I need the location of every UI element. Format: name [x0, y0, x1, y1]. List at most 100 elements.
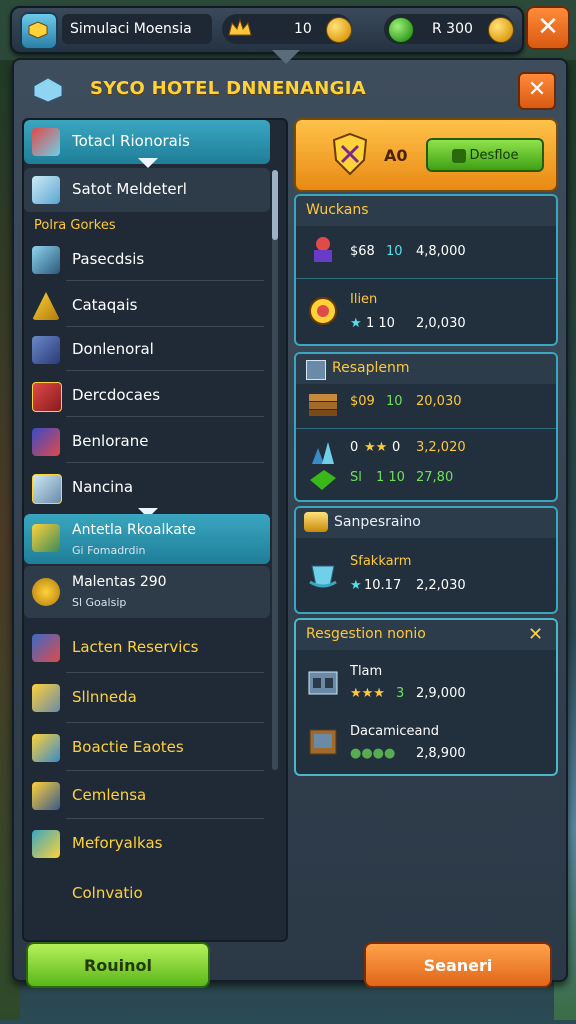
wrench-icon — [32, 782, 60, 810]
card4-entry-value: 2,9,000 — [416, 686, 466, 701]
card2-e2-a: 0 — [350, 440, 359, 455]
list-item-label: Pasecdsis — [72, 250, 145, 268]
card-sanpesraino: Sanpesraino Sfakkarm ★ 10.17 2,2,030 — [294, 506, 558, 614]
card4-entry-name: Tlam — [350, 664, 383, 679]
list-item-sublabel: Gi Fomadrdin — [72, 544, 146, 557]
reward-button[interactable]: Desfloe — [426, 138, 544, 172]
card2-e3-b: 1 10 — [376, 470, 405, 485]
cube-icon — [32, 176, 60, 204]
card-close-icon[interactable]: ✕ — [528, 624, 543, 645]
list-item[interactable]: Nancina — [24, 466, 270, 510]
crown-icon — [228, 18, 252, 36]
shop-icon — [308, 671, 338, 695]
list-item[interactable]: Cataqais — [24, 284, 270, 328]
list-item-label: Boactie Eaotes — [72, 738, 184, 756]
coin-counter: 10 — [222, 14, 352, 44]
list-scroll-thumb[interactable] — [272, 170, 278, 240]
medal-icon — [32, 578, 60, 606]
card1-entry-name: Ilien — [350, 292, 378, 307]
list-item-selected-2[interactable]: Antetla Rkoalkate Gi Fomadrdin — [24, 514, 270, 564]
books-icon — [32, 128, 60, 156]
card-title: Sanpesraino — [334, 514, 421, 530]
card2-value: 20,030 — [416, 394, 462, 409]
check-icon — [451, 148, 466, 163]
pyramid-icon — [32, 292, 60, 320]
stack-icon — [309, 394, 337, 416]
card2-price: $09 — [350, 394, 375, 409]
list-item-label: Dercdocaes — [72, 386, 161, 404]
card-title: Resgestion nonio — [306, 626, 426, 642]
hammer-icon — [32, 734, 60, 762]
card-wuckans: Wuckans $68 10 4,8,000 Ilien ★ 1 10 2,0,… — [294, 194, 558, 346]
card-resaplenm: Resaplenm $09 10 20,030 0 ★★ 0 3,2,020 S… — [294, 352, 558, 502]
card4-entry2-name: Dacamiceand — [350, 724, 439, 739]
list-item[interactable]: Dercdocaes — [24, 374, 270, 418]
card2-e3-a: Sl — [350, 470, 362, 485]
list-item-label: Lacten Reservics — [72, 638, 199, 656]
game-logo-icon[interactable] — [20, 12, 58, 50]
hud-close-button[interactable]: ✕ — [526, 6, 570, 50]
card-resgestion: Resgestion nonio ✕ Tlam ★★★ 3 2,9,000 Da… — [294, 618, 558, 776]
list-item[interactable]: Lacten Reservics — [24, 626, 270, 670]
card-title: Resaplenm — [332, 360, 410, 376]
shield-icon — [332, 132, 368, 176]
hotel-icon — [33, 77, 63, 103]
list-item-label: Nancina — [72, 478, 134, 496]
cancel-button[interactable]: Seaneri — [364, 942, 552, 988]
card2-level: 10 — [386, 394, 403, 409]
list-item[interactable]: Colnvatio — [24, 872, 270, 916]
hud-title: Simulaci Moensia — [62, 14, 212, 44]
pencil-icon — [32, 428, 60, 456]
character-icon — [314, 237, 332, 262]
list-item[interactable]: Pasecdsis — [24, 238, 270, 282]
card2-e2-value: 3,2,020 — [416, 440, 466, 455]
list-item[interactable]: Cemlensa — [24, 774, 270, 818]
panel-close-button[interactable]: ✕ — [518, 72, 556, 110]
coins-icon — [304, 512, 328, 532]
shop-icon — [32, 684, 60, 712]
frame-icon — [306, 360, 326, 380]
list-item-label: Benlorane — [72, 432, 149, 450]
card2-e2-b: 0 — [392, 440, 401, 455]
card3-entry-value: 2,2,030 — [416, 578, 466, 593]
bucket-icon — [309, 565, 337, 588]
list-item[interactable]: Donlenoral — [24, 328, 270, 372]
card2-e3-value: 27,80 — [416, 470, 454, 485]
list-item-label: Sllnneda — [72, 688, 137, 706]
selection-pointer-icon — [138, 158, 158, 168]
coin-icon — [326, 17, 352, 43]
list-scrollbar[interactable] — [272, 170, 278, 770]
medal-icon — [309, 297, 337, 325]
cabinet-icon — [309, 729, 337, 755]
list-item-label: Totacl Rionorais — [72, 132, 190, 150]
reward-button-label: Desfloe — [469, 148, 519, 163]
smiley-coin-icon — [488, 17, 514, 43]
card4-entry-level: 3 — [396, 686, 405, 701]
list-item-label: Colnvatio — [72, 884, 143, 902]
list-item[interactable]: Benlorane — [24, 420, 270, 464]
card1-price: $68 — [350, 244, 375, 259]
panel-notch — [272, 50, 300, 64]
card3-entry-name: Sfakkarm — [350, 554, 412, 569]
card-title: Wuckans — [306, 202, 369, 218]
list-item-sub-2[interactable]: Malentas 290 Sl Goalsip — [24, 566, 270, 618]
gem-icon — [388, 17, 414, 43]
gem-counter: R 300 — [384, 14, 514, 44]
list-item-sub[interactable]: Satot Meldeterl — [24, 168, 270, 212]
card1-entry-level: 1 10 — [366, 316, 395, 331]
reward-card: A0 Desfloe — [294, 118, 558, 192]
section-label: Polra Gorkes — [34, 218, 116, 233]
window-icon — [32, 474, 62, 504]
list-item[interactable]: Meforyalkas — [24, 822, 270, 866]
card1-entry-value: 2,0,030 — [416, 316, 466, 331]
card1-value: 4,8,000 — [416, 244, 466, 259]
top-hud: Simulaci Moensia 10 R 300 — [10, 6, 524, 54]
gem-value: R 300 — [432, 21, 473, 37]
building-icon — [32, 246, 60, 274]
list-item[interactable]: Boactie Eaotes — [24, 726, 270, 770]
card1-level: 10 — [386, 244, 403, 259]
list-item[interactable]: Sllnneda — [24, 676, 270, 720]
confirm-button[interactable]: Rouinol — [26, 942, 210, 988]
tools-icon — [32, 524, 60, 552]
list-item-label: Meforyalkas — [72, 834, 163, 852]
